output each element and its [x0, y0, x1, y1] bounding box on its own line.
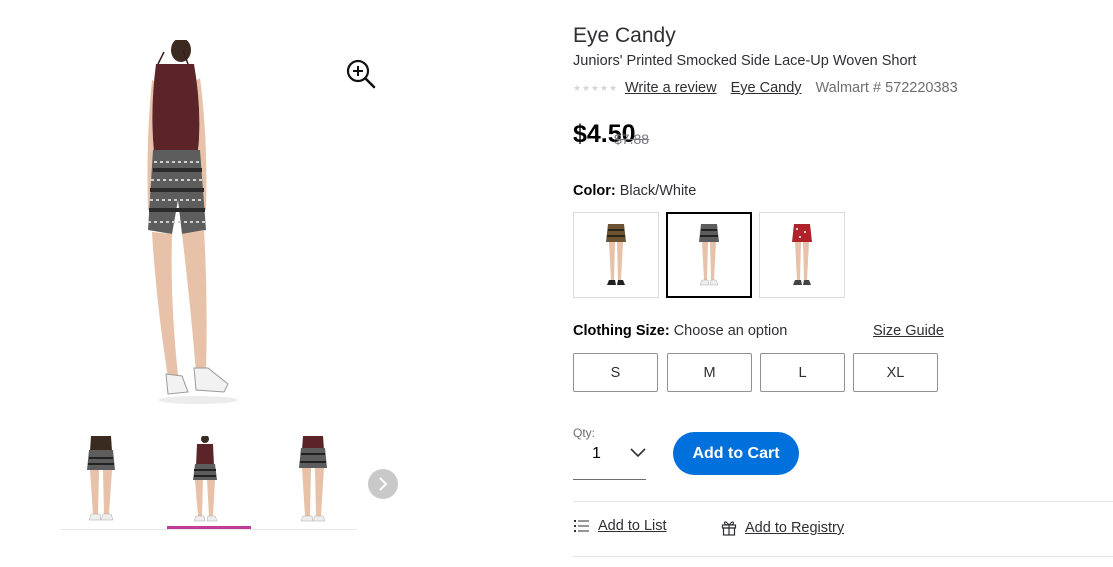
quantity-select[interactable]: 1 [573, 440, 646, 480]
main-product-image[interactable] [128, 40, 268, 406]
color-label: Color: Black/White [573, 183, 696, 199]
size-label-heading: Clothing Size: [573, 323, 670, 339]
add-to-registry-action[interactable]: Add to Registry [721, 520, 844, 536]
size-option-xl[interactable]: XL [853, 353, 938, 392]
star-icon: ★ [582, 83, 591, 93]
thumbnail-back-view[interactable] [81, 436, 121, 522]
chevron-down-icon [630, 448, 646, 458]
add-to-list-action[interactable]: Add to List [574, 518, 667, 534]
star-icon: ★ [600, 83, 609, 93]
thumbnail-strip [61, 430, 357, 530]
size-prompt: Choose an option [673, 323, 788, 339]
color-swatch-black-white[interactable] [666, 212, 752, 298]
divider-bottom [573, 556, 1113, 557]
size-option-m[interactable]: M [667, 353, 752, 392]
was-price: $7.88 [614, 131, 650, 147]
thumbnail-side-view[interactable] [293, 436, 333, 522]
clothing-size-label: Clothing Size: Choose an option [573, 323, 787, 339]
rating-stars: ★ ★ ★ ★ ★ [573, 83, 618, 93]
thumbnail-front-view[interactable] [185, 436, 225, 522]
quantity-label: Qty: [573, 426, 596, 440]
chevron-right-icon [379, 477, 388, 491]
list-icon [574, 520, 589, 532]
zoom-in-icon[interactable] [345, 58, 377, 90]
product-name: Juniors' Printed Smocked Side Lace-Up Wo… [573, 53, 917, 69]
quantity-value: 1 [592, 445, 601, 462]
add-to-list-link[interactable]: Add to List [598, 518, 667, 534]
walmart-item-number: Walmart # 572220383 [815, 80, 958, 96]
selected-thumbnail-indicator [167, 526, 251, 529]
product-meta-row: ★ ★ ★ ★ ★ Write a review Eye Candy Walma… [573, 78, 958, 98]
write-review-link[interactable]: Write a review [625, 80, 717, 96]
color-selected-value: Black/White [619, 183, 697, 199]
star-icon: ★ [573, 83, 582, 93]
product-brand-title: Eye Candy [573, 24, 676, 47]
size-option-l[interactable]: L [760, 353, 845, 392]
add-to-registry-link[interactable]: Add to Registry [745, 520, 844, 536]
color-swatch-tan-floral[interactable] [573, 212, 659, 298]
star-icon: ★ [591, 83, 600, 93]
size-option-s[interactable]: S [573, 353, 658, 392]
color-label-heading: Color: [573, 183, 616, 199]
gift-icon [721, 521, 737, 536]
size-guide-link[interactable]: Size Guide [873, 323, 944, 339]
brand-link[interactable]: Eye Candy [731, 80, 802, 96]
divider-top [573, 501, 1113, 502]
next-thumbnails-button[interactable] [368, 469, 398, 499]
color-swatch-red-floral[interactable] [759, 212, 845, 298]
star-icon: ★ [609, 83, 618, 93]
add-to-cart-button[interactable]: Add to Cart [673, 432, 799, 475]
